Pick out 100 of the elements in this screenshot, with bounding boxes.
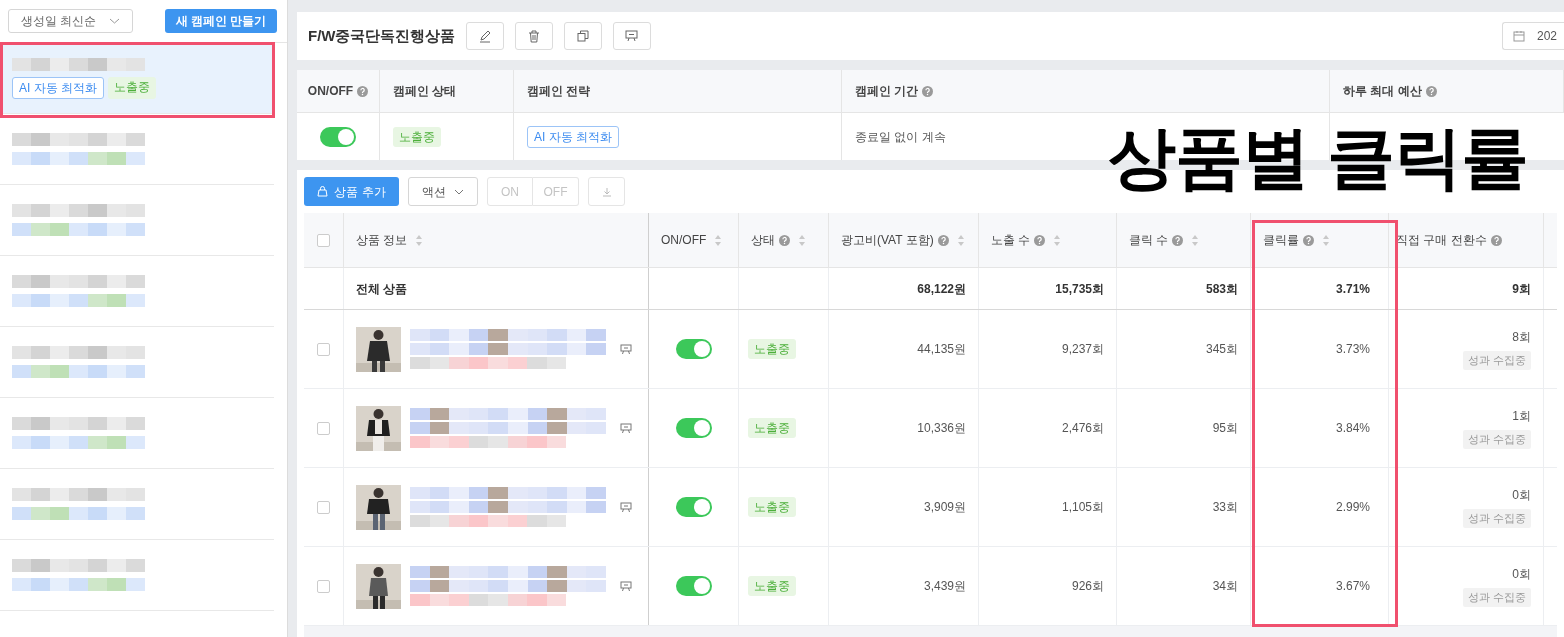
toggle-switch[interactable] bbox=[675, 576, 712, 596]
column-header: ON/OFF bbox=[661, 232, 707, 249]
download-icon bbox=[601, 186, 612, 197]
table-cell-text: 0회 bbox=[1512, 487, 1531, 505]
column-header: 상품 정보 bbox=[356, 232, 408, 249]
period-text: 종료일 없이 계속 bbox=[855, 128, 946, 146]
edit-icon bbox=[477, 29, 492, 43]
action-dropdown[interactable]: 액션 bbox=[408, 177, 478, 206]
help-icon[interactable] bbox=[357, 85, 369, 97]
board-icon[interactable] bbox=[620, 501, 632, 513]
column-header: 노출 수 bbox=[991, 232, 1031, 249]
copy-icon bbox=[576, 30, 589, 42]
table-cell-text: 3.73% bbox=[1335, 341, 1370, 358]
checkbox[interactable] bbox=[317, 421, 330, 435]
board-button[interactable] bbox=[612, 22, 651, 50]
status-tag: 노출중 bbox=[748, 339, 796, 359]
table-cell-text: 15,735회 bbox=[1055, 280, 1104, 298]
status-tag: 성과 수집중 bbox=[1462, 430, 1531, 449]
help-icon[interactable] bbox=[779, 234, 790, 246]
board-icon[interactable] bbox=[620, 343, 632, 355]
sort-icon[interactable] bbox=[1191, 233, 1200, 247]
table-cell-text: 3.84% bbox=[1335, 420, 1370, 437]
board-icon[interactable] bbox=[620, 422, 632, 434]
table-cell-text: 95회 bbox=[1212, 420, 1238, 437]
table-cell-text: 1,105회 bbox=[1061, 499, 1104, 516]
toggle-switch[interactable] bbox=[675, 497, 712, 517]
sort-icon[interactable] bbox=[714, 233, 723, 247]
campaign-item[interactable]: AI 자동 최적화 노출중 bbox=[0, 43, 274, 114]
checkbox[interactable] bbox=[317, 233, 330, 247]
table-cell-text: 68,122원 bbox=[917, 280, 966, 298]
sort-dropdown[interactable]: 생성일 최신순 bbox=[8, 9, 133, 33]
table-cell-text: 9회 bbox=[1512, 280, 1531, 298]
help-icon[interactable] bbox=[1303, 234, 1314, 246]
delete-button[interactable] bbox=[514, 22, 553, 50]
toggle-switch[interactable] bbox=[675, 339, 712, 359]
help-icon[interactable] bbox=[922, 85, 934, 97]
status-tag: 노출중 bbox=[393, 126, 441, 147]
status-tag: 성과 수집중 bbox=[1462, 588, 1531, 607]
table-cell-text: 926회 bbox=[1071, 578, 1104, 595]
status-tag: 노출중 bbox=[108, 76, 156, 99]
status-tag: 성과 수집중 bbox=[1462, 509, 1531, 528]
help-icon[interactable] bbox=[937, 234, 949, 246]
status-tag: 성과 수집중 bbox=[1462, 351, 1531, 370]
table-cell-text: 583회 bbox=[1205, 280, 1238, 298]
column-header: 하루 최대 예산 bbox=[1343, 83, 1422, 100]
table-cell-text: 9,237회 bbox=[1061, 341, 1104, 358]
chevron-down-icon bbox=[454, 188, 464, 195]
sort-icon[interactable] bbox=[415, 233, 424, 247]
download-button[interactable] bbox=[588, 177, 625, 206]
column-header: 직접 구매 전환수 bbox=[1396, 232, 1487, 249]
column-header: 클릭률 bbox=[1263, 232, 1299, 249]
table-cell-text: 3.67% bbox=[1335, 578, 1370, 595]
table-cell-text: 3.71% bbox=[1335, 280, 1370, 298]
sort-icon[interactable] bbox=[956, 233, 965, 247]
strategy-tag: AI 자동 최적화 bbox=[527, 125, 619, 148]
add-product-button[interactable]: 상품 추가 bbox=[304, 177, 399, 206]
edit-button[interactable] bbox=[465, 22, 504, 50]
table-cell-text: 33회 bbox=[1212, 499, 1238, 516]
checkbox[interactable] bbox=[317, 342, 330, 356]
toggle-switch[interactable] bbox=[675, 418, 712, 438]
table-cell-text: 8회 bbox=[1512, 329, 1531, 347]
status-tag: 노출중 bbox=[748, 497, 796, 517]
column-header: 캠페인 기간 bbox=[855, 83, 919, 100]
checkbox[interactable] bbox=[317, 579, 330, 593]
campaign-title: F/W중국단독진행상품 bbox=[308, 25, 456, 46]
help-icon[interactable] bbox=[1490, 234, 1502, 246]
help-icon[interactable] bbox=[1034, 234, 1046, 246]
help-icon[interactable] bbox=[1425, 85, 1437, 97]
column-header: 캠페인 전략 bbox=[527, 83, 591, 100]
help-icon[interactable] bbox=[1172, 234, 1184, 246]
status-tag: 노출중 bbox=[748, 418, 796, 438]
date-field[interactable]: 202 bbox=[1502, 22, 1564, 50]
column-header: ON/OFF bbox=[307, 83, 354, 100]
board-icon[interactable] bbox=[620, 580, 632, 592]
column-header: 광고비(VAT 포함) bbox=[841, 232, 934, 249]
bag-icon bbox=[317, 186, 329, 197]
table-cell-text: 3,439원 bbox=[923, 578, 966, 595]
toggle-switch[interactable] bbox=[320, 126, 356, 147]
sort-icon[interactable] bbox=[1322, 233, 1330, 247]
chevron-down-icon bbox=[109, 18, 120, 24]
table-cell-text: 345회 bbox=[1205, 341, 1238, 358]
checkbox[interactable] bbox=[317, 500, 330, 514]
table-cell-text: 1회 bbox=[1512, 408, 1531, 426]
copy-button[interactable] bbox=[563, 22, 602, 50]
table-cell-text: 10,336원 bbox=[917, 420, 966, 437]
strategy-tag: AI 자동 최적화 bbox=[12, 76, 104, 99]
overlay-caption: 상품별 클릭률 bbox=[1108, 118, 1528, 197]
table-cell-text: 44,135원 bbox=[917, 341, 966, 358]
delete-icon bbox=[527, 29, 540, 43]
board-icon bbox=[625, 30, 638, 42]
table-cell-text: 34회 bbox=[1212, 578, 1238, 595]
create-campaign-button[interactable]: 새 캠페인 만들기 bbox=[165, 9, 277, 33]
table-cell-text: 2,476회 bbox=[1061, 420, 1104, 437]
column-header: 클릭 수 bbox=[1129, 232, 1169, 249]
table-cell-text: 3,909원 bbox=[923, 499, 966, 516]
sort-icon[interactable] bbox=[1053, 233, 1062, 247]
sort-icon[interactable] bbox=[798, 233, 806, 247]
calendar-icon bbox=[1513, 30, 1525, 42]
column-header: 상태 bbox=[751, 232, 775, 249]
table-cell-text: 0회 bbox=[1512, 566, 1531, 584]
